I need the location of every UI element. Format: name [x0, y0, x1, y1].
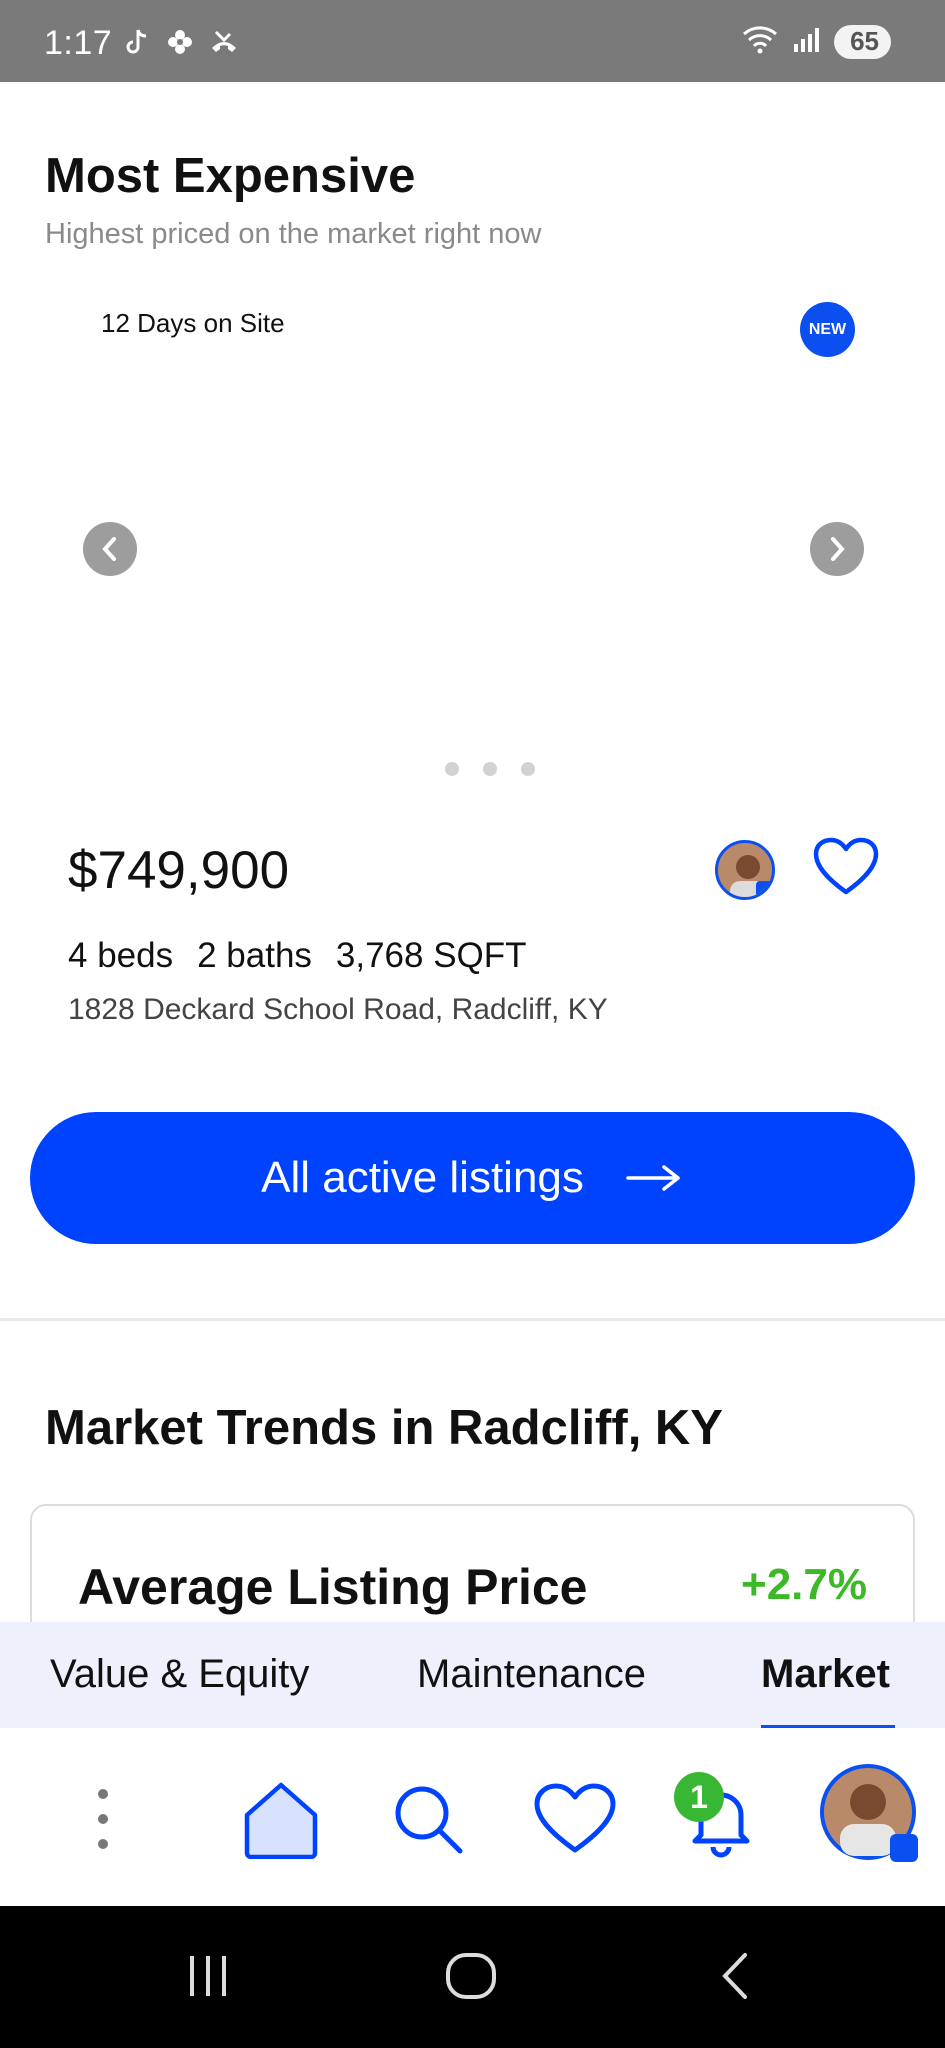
- cta-label: All active listings: [261, 1153, 584, 1202]
- menu-icon: [98, 1789, 108, 1849]
- carousel-dot[interactable]: [445, 762, 459, 776]
- status-right-icons: 65: [740, 24, 891, 59]
- flower-icon: [164, 26, 196, 58]
- chevron-right-icon: [831, 537, 845, 561]
- status-bar: 1:17 65: [0, 0, 945, 82]
- arrow-right-icon: [626, 1165, 680, 1191]
- carousel-dot[interactable]: [483, 762, 497, 776]
- wifi-icon: [740, 24, 780, 59]
- nav-home-button[interactable]: [236, 1774, 326, 1864]
- baths-count: 2 baths: [197, 936, 312, 975]
- tab-market[interactable]: Market: [761, 1652, 890, 1697]
- recent-apps-button[interactable]: [178, 1946, 238, 2006]
- heart-icon: [534, 1783, 616, 1853]
- system-navigation-bar: [0, 1906, 945, 2048]
- trend-change: +2.7%: [741, 1560, 867, 1609]
- heart-icon: [813, 837, 879, 895]
- back-chevron-icon: [722, 1953, 747, 1999]
- all-active-listings-button[interactable]: All active listings: [30, 1112, 915, 1244]
- tab-value-equity[interactable]: Value & Equity: [50, 1652, 309, 1697]
- carousel-prev-button[interactable]: [83, 522, 137, 576]
- person-avatar-icon: [730, 855, 766, 897]
- home-icon: [244, 1782, 318, 1859]
- listing-carousel[interactable]: 12 Days on Site NEW: [45, 290, 900, 790]
- carousel-dot[interactable]: [521, 762, 535, 776]
- listing-address[interactable]: 1828 Deckard School Road, Radcliff, KY: [68, 993, 608, 1027]
- listing-specs: 4 beds 2 baths 3,768 SQFT: [68, 936, 527, 976]
- search-icon: [395, 1786, 463, 1854]
- tab-maintenance[interactable]: Maintenance: [417, 1652, 646, 1697]
- new-badge: NEW: [800, 302, 855, 357]
- carousel-next-button[interactable]: [810, 522, 864, 576]
- tiktok-icon: [120, 26, 152, 58]
- section-divider: [0, 1318, 945, 1321]
- section-tabs: Value & Equity Maintenance Market: [0, 1622, 945, 1728]
- agent-avatar[interactable]: [715, 840, 775, 900]
- beds-count: 4 beds: [68, 936, 174, 975]
- carousel-dots: [445, 762, 535, 776]
- status-time: 1:17: [44, 24, 113, 62]
- signal-icon: [792, 24, 822, 59]
- notification-badge: 1: [674, 1772, 724, 1822]
- system-home-button[interactable]: [441, 1946, 501, 2006]
- chevron-left-icon: [102, 537, 116, 561]
- battery-indicator: 65: [834, 24, 891, 59]
- recent-apps-icon: [190, 1956, 226, 1996]
- more-menu-button[interactable]: [58, 1774, 148, 1864]
- system-back-button[interactable]: [705, 1946, 765, 2006]
- status-left-icons: [120, 26, 240, 58]
- profile-avatar-icon: [840, 1784, 896, 1856]
- missed-call-icon: [208, 26, 240, 58]
- system-home-icon: [446, 1953, 496, 1999]
- market-trends-title: Market Trends in Radcliff, KY: [45, 1401, 723, 1455]
- bottom-navigation: 1: [0, 1728, 945, 1906]
- nav-profile-avatar[interactable]: [820, 1764, 918, 1862]
- days-on-site-label: 12 Days on Site: [101, 308, 285, 338]
- listing-price: $749,900: [68, 841, 290, 900]
- section-title: Most Expensive: [45, 149, 416, 203]
- section-subtitle: Highest priced on the market right now: [45, 218, 542, 250]
- nav-search-button[interactable]: [383, 1774, 473, 1864]
- trend-label: Average Listing Price: [78, 1559, 588, 1615]
- sqft-value: 3,768 SQFT: [335, 936, 527, 975]
- nav-favorites-button[interactable]: [530, 1774, 620, 1864]
- favorite-listing-button[interactable]: [812, 836, 880, 898]
